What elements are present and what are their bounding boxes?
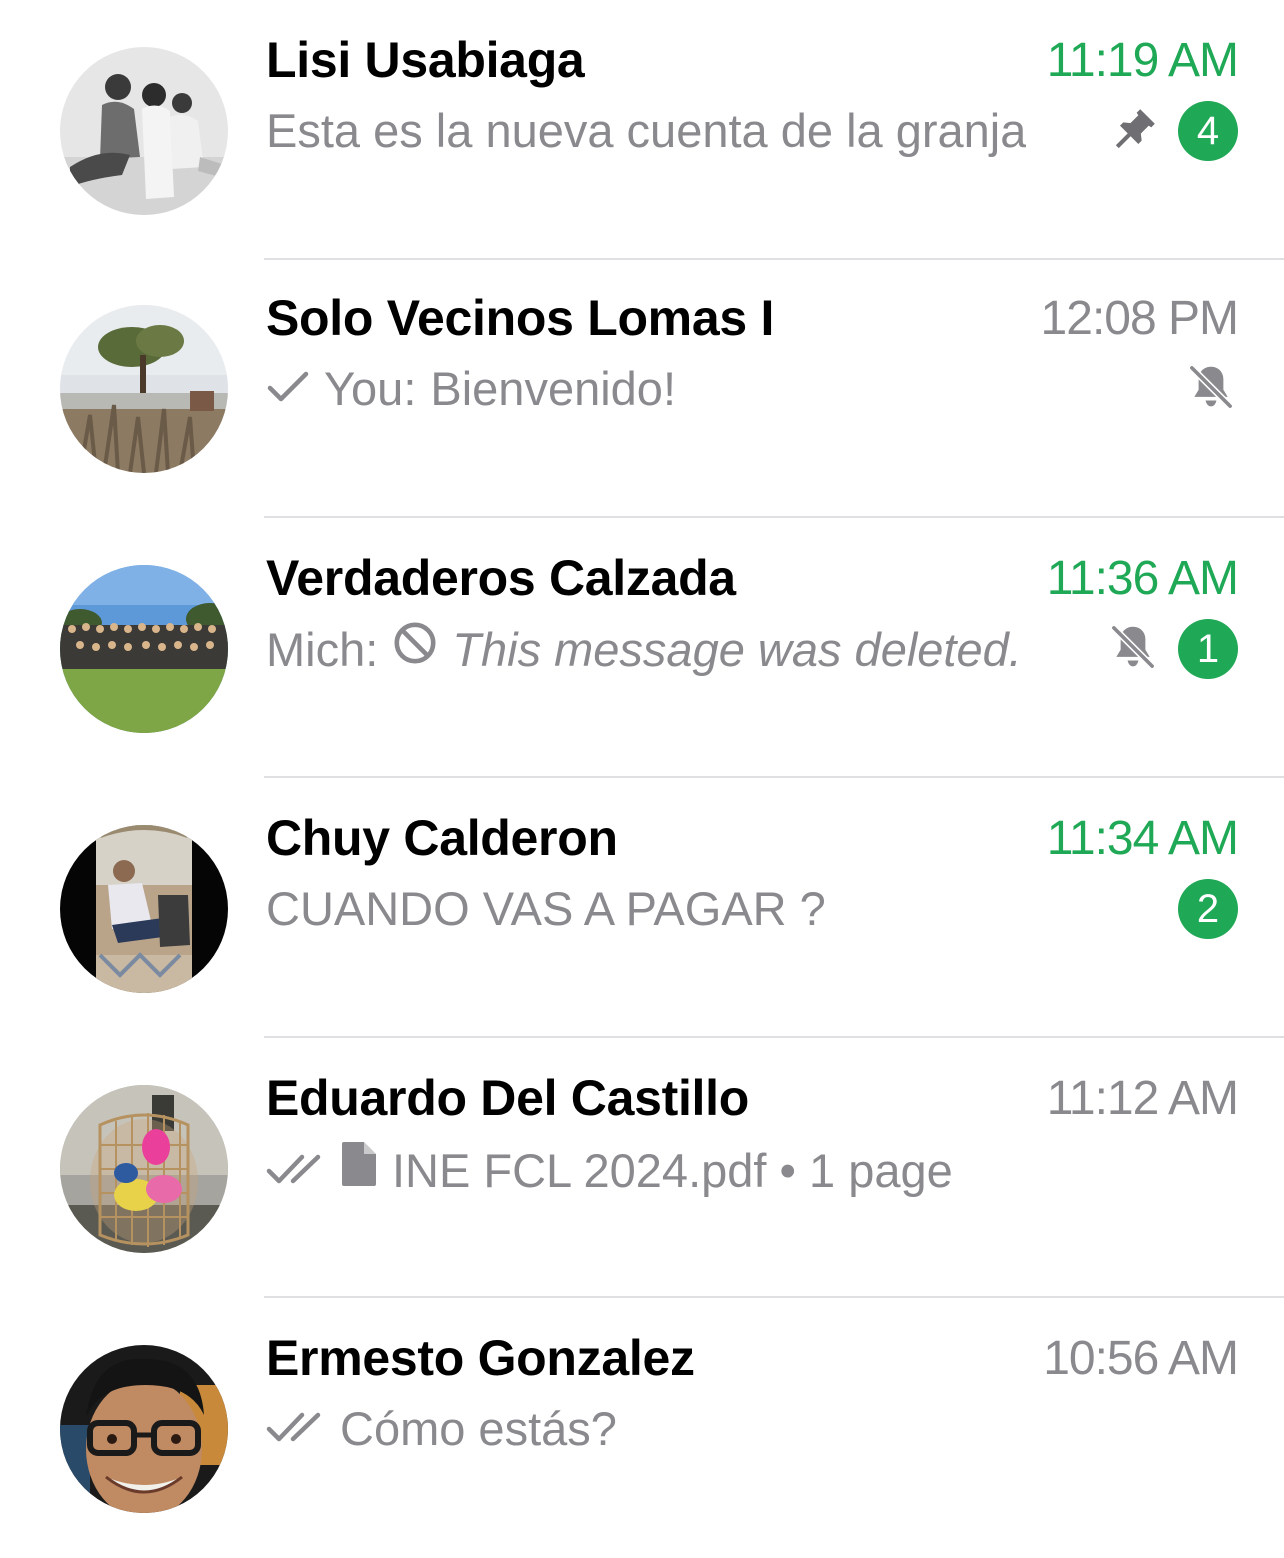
- preview-text: Esta es la nueva cuenta de la granja: [266, 104, 1027, 157]
- chat-preview: Mich: This message was deleted.: [266, 620, 1022, 679]
- avatar[interactable]: [60, 1085, 228, 1253]
- chat-time: 10:56 AM: [1043, 1332, 1239, 1385]
- chat-list: Lisi Usabiaga 11:19 AM Esta es la nueva …: [0, 0, 1284, 1535]
- chat-preview: CUANDO VAS A PAGAR ?: [266, 880, 826, 938]
- chat-preview: INE FCL 2024.pdf • 1 page: [266, 1140, 953, 1201]
- preview-text: Bienvenido!: [430, 362, 677, 415]
- man-seated-photo-avatar: [60, 825, 228, 993]
- preview-text: Cómo estás?: [340, 1402, 617, 1455]
- chat-row-solo-vecinos-lomas[interactable]: Solo Vecinos Lomas I 12:08 PM You: Bienv…: [0, 258, 1284, 518]
- chat-name: Chuy Calderon: [266, 810, 618, 866]
- chat-time: 11:12 AM: [1046, 1072, 1239, 1125]
- tree-landscape-photo-avatar: [60, 305, 228, 473]
- chat-status: 1: [1106, 619, 1238, 679]
- avatar[interactable]: [60, 47, 228, 215]
- chat-name: Solo Vecinos Lomas I: [266, 290, 775, 346]
- basket-photo-avatar: [60, 1085, 228, 1253]
- preview-text: INE FCL 2024.pdf • 1 page: [392, 1143, 953, 1197]
- chat-time: 12:08 PM: [1040, 292, 1239, 345]
- avatar[interactable]: [60, 305, 228, 473]
- chat-name: Eduardo Del Castillo: [266, 1070, 749, 1126]
- unread-badge: 2: [1178, 879, 1238, 939]
- single-check-icon: [266, 360, 310, 418]
- chat-time: 11:34 AM: [1046, 812, 1239, 865]
- group-outdoor-photo-avatar: [60, 565, 228, 733]
- muted-bell-icon: [1184, 360, 1238, 419]
- unread-badge: 1: [1178, 619, 1238, 679]
- preview-text: CUANDO VAS A PAGAR ?: [266, 882, 826, 935]
- chat-time: 11:19 AM: [1046, 34, 1239, 87]
- avatar[interactable]: [60, 1345, 228, 1513]
- unread-badge: 4: [1178, 101, 1238, 161]
- chat-name: Verdaderos Calzada: [266, 550, 736, 606]
- family-photo-bw-avatar: [60, 47, 228, 215]
- chat-row-ermesto-gonzalez[interactable]: Ermesto Gonzalez 10:56 AM Cómo estás?: [0, 1298, 1284, 1558]
- chat-row-lisi-usabiaga[interactable]: Lisi Usabiaga 11:19 AM Esta es la nueva …: [0, 0, 1284, 260]
- chat-row-verdaderos-calzada[interactable]: Verdaderos Calzada 11:36 AM Mich: This m…: [0, 518, 1284, 778]
- avatar[interactable]: [60, 565, 228, 733]
- chat-status: 2: [1178, 879, 1238, 939]
- deleted-prohibited-icon: [392, 620, 438, 679]
- double-check-icon: [266, 1400, 326, 1458]
- preview-text: This message was deleted.: [452, 622, 1022, 676]
- document-icon: [340, 1140, 378, 1201]
- chat-status: 4: [1110, 101, 1238, 161]
- man-glasses-photo-avatar: [60, 1345, 228, 1513]
- chat-time: 11:36 AM: [1046, 552, 1239, 605]
- preview-sender: You:: [324, 362, 417, 415]
- chat-name: Ermesto Gonzalez: [266, 1330, 695, 1386]
- muted-bell-icon: [1106, 620, 1160, 679]
- pin-icon: [1110, 104, 1160, 159]
- preview-sender: Mich:: [266, 622, 379, 676]
- chat-status: [1184, 359, 1238, 419]
- chat-name: Lisi Usabiaga: [266, 32, 585, 88]
- chat-preview: You: Bienvenido!: [266, 360, 676, 418]
- chat-row-eduardo-del-castillo[interactable]: Eduardo Del Castillo 11:12 AM INE FCL 20…: [0, 1038, 1284, 1298]
- avatar[interactable]: [60, 825, 228, 993]
- chat-preview: Cómo estás?: [266, 1400, 617, 1458]
- chat-row-chuy-calderon[interactable]: Chuy Calderon 11:34 AM CUANDO VAS A PAGA…: [0, 778, 1284, 1038]
- double-check-icon: [266, 1142, 326, 1200]
- chat-preview: Esta es la nueva cuenta de la granja: [266, 102, 1026, 160]
